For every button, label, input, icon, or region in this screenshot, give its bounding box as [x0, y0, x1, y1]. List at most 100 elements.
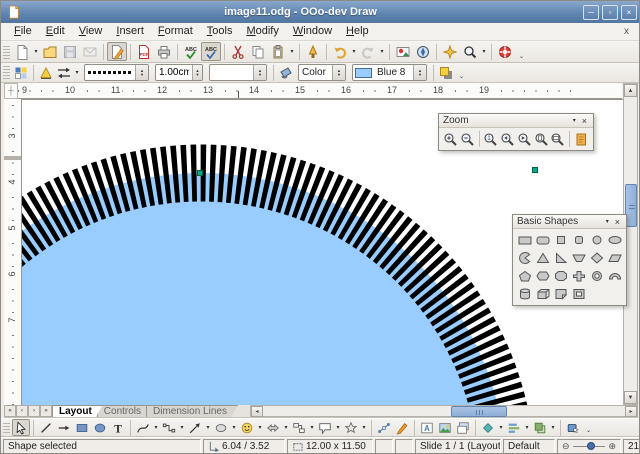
rotate-dropdown[interactable]: ▾: [497, 424, 505, 431]
panel-menu-icon[interactable]: ▾: [602, 218, 613, 225]
zoom-icon[interactable]: [460, 42, 480, 61]
arrow-style-icon[interactable]: [55, 64, 73, 81]
page-width-icon[interactable]: [549, 130, 566, 148]
fill-color-spinner[interactable]: ▲▼: [413, 65, 426, 80]
toolbar-overflow[interactable]: ⌄: [459, 73, 464, 82]
entire-page-icon[interactable]: [533, 130, 550, 148]
toolbar-grip[interactable]: [3, 44, 10, 59]
title-bar[interactable]: image11.odg - OOo-dev Draw ─ ▫ ×: [1, 1, 640, 23]
menu-tools[interactable]: Tools: [200, 23, 240, 40]
horizontal-scrollbar[interactable]: ◂ ▸: [250, 405, 638, 417]
flowcharts-icon[interactable]: [290, 419, 308, 436]
shape-isosceles-triangle-icon[interactable]: [534, 249, 552, 267]
auto-spellcheck-icon[interactable]: ABC: [201, 42, 221, 61]
tab-next-button[interactable]: ›: [28, 405, 40, 417]
line-width-spinner[interactable]: ▲▼: [192, 65, 202, 80]
tab-prev-button[interactable]: ‹: [16, 405, 28, 417]
menu-edit[interactable]: Edit: [39, 23, 72, 40]
line-arrow-tool-icon[interactable]: [55, 419, 73, 436]
tab-dimension-lines[interactable]: Dimension Lines: [146, 405, 238, 417]
block-arrows-icon[interactable]: [264, 419, 282, 436]
spin-down-icon[interactable]: ▼: [258, 73, 262, 77]
basic-shapes-titlebar[interactable]: Basic Shapes ▾ ×: [513, 215, 626, 229]
help-icon[interactable]: [495, 42, 515, 61]
rectangle-tool-icon[interactable]: [73, 419, 91, 436]
callouts-dropdown[interactable]: ▾: [334, 424, 342, 431]
basic-shapes-dropdown[interactable]: ▾: [230, 424, 238, 431]
new-document-icon[interactable]: [12, 42, 32, 61]
toolbar-grip[interactable]: [3, 422, 10, 434]
text-tool-icon[interactable]: T: [109, 419, 127, 436]
maximize-button[interactable]: ▫: [602, 5, 618, 20]
fontwork-gallery-icon[interactable]: A: [418, 419, 436, 436]
line-icon[interactable]: [37, 64, 55, 81]
edit-file-icon[interactable]: [107, 42, 127, 61]
ellipse-tool-icon[interactable]: [91, 419, 109, 436]
export-pdf-icon[interactable]: PDF: [134, 42, 154, 61]
shape-cylinder-icon[interactable]: [516, 285, 534, 303]
toolbar-overflow[interactable]: ⌄: [519, 53, 524, 62]
shift-icon[interactable]: [573, 130, 590, 148]
shape-right-triangle-icon[interactable]: [552, 249, 570, 267]
shape-cube-icon[interactable]: [534, 285, 552, 303]
fill-color-select[interactable]: Blue 8 ▲▼: [352, 64, 427, 81]
menu-file[interactable]: File: [7, 23, 39, 40]
cursor-position-cell[interactable]: 6.04 / 3.52: [203, 439, 285, 454]
line-color-select[interactable]: ▲▼: [209, 64, 267, 81]
shape-block-arc-icon[interactable]: [606, 267, 624, 285]
shape-parallelogram-icon[interactable]: [606, 249, 624, 267]
panel-close-icon[interactable]: ×: [613, 217, 622, 227]
zoom-next-icon[interactable]: [516, 130, 533, 148]
paste-icon[interactable]: [268, 42, 288, 61]
zoom-out-icon[interactable]: [459, 130, 476, 148]
scroll-right-button[interactable]: ▸: [625, 406, 637, 417]
shape-frame-icon[interactable]: [570, 285, 588, 303]
spin-down-icon[interactable]: ▼: [337, 73, 341, 77]
spin-down-icon[interactable]: ▼: [418, 73, 422, 77]
menu-modify[interactable]: Modify: [239, 23, 285, 40]
redo-dropdown[interactable]: ▾: [378, 48, 386, 55]
connector-dropdown[interactable]: ▾: [178, 424, 186, 431]
shape-square-icon[interactable]: [552, 231, 570, 249]
horizontal-ruler[interactable]: 9 10 11 12 13 14 15 16 17 18 19: [18, 83, 622, 99]
shape-octagon-icon[interactable]: [552, 267, 570, 285]
document-as-email-icon[interactable]: [80, 42, 100, 61]
shape-diamond-icon[interactable]: [588, 249, 606, 267]
ruler-origin-button[interactable]: ┼: [4, 83, 18, 99]
shape-rounded-square-icon[interactable]: [570, 231, 588, 249]
connector-tool-icon[interactable]: [160, 419, 178, 436]
symbol-shapes-dropdown[interactable]: ▾: [256, 424, 264, 431]
selection-handle[interactable]: [532, 167, 538, 173]
tab-controls[interactable]: Controls: [97, 405, 152, 417]
curve-dropdown[interactable]: ▾: [152, 424, 160, 431]
arrange-dropdown[interactable]: ▾: [549, 424, 557, 431]
undo-dropdown[interactable]: ▾: [350, 48, 358, 55]
line-style-spinner[interactable]: ▲▼: [135, 65, 148, 80]
zoom-out-slider-icon[interactable]: ⊖: [562, 441, 570, 452]
menu-view[interactable]: View: [72, 23, 110, 40]
spin-down-icon[interactable]: ▼: [140, 73, 144, 77]
lines-and-arrows-dropdown[interactable]: ▾: [204, 424, 212, 431]
stars-dropdown[interactable]: ▾: [360, 424, 368, 431]
edit-points-icon[interactable]: [375, 419, 393, 436]
menu-format[interactable]: Format: [151, 23, 200, 40]
paste-dropdown[interactable]: ▾: [288, 48, 296, 55]
open-icon[interactable]: [40, 42, 60, 61]
shape-folded-corner-icon[interactable]: [552, 285, 570, 303]
panel-menu-icon[interactable]: ▾: [569, 117, 580, 124]
page-style-cell[interactable]: Default: [503, 439, 555, 454]
navigator-icon[interactable]: [413, 42, 433, 61]
fill-type-select[interactable]: Color ▲▼: [298, 64, 346, 81]
scroll-up-button[interactable]: ▲: [624, 84, 637, 97]
callouts-icon[interactable]: [316, 419, 334, 436]
close-button[interactable]: ×: [621, 5, 637, 20]
zoom-100-icon[interactable]: 1: [482, 130, 499, 148]
arrange-icon[interactable]: [531, 419, 549, 436]
minimize-button[interactable]: ─: [583, 5, 599, 20]
cut-icon[interactable]: [228, 42, 248, 61]
scroll-down-button[interactable]: ▼: [624, 391, 637, 404]
zoom-percent-cell[interactable]: 216%: [623, 439, 640, 454]
line-tool-icon[interactable]: [37, 419, 55, 436]
glue-points-icon[interactable]: [393, 419, 411, 436]
alignment-dropdown[interactable]: ▾: [523, 424, 531, 431]
